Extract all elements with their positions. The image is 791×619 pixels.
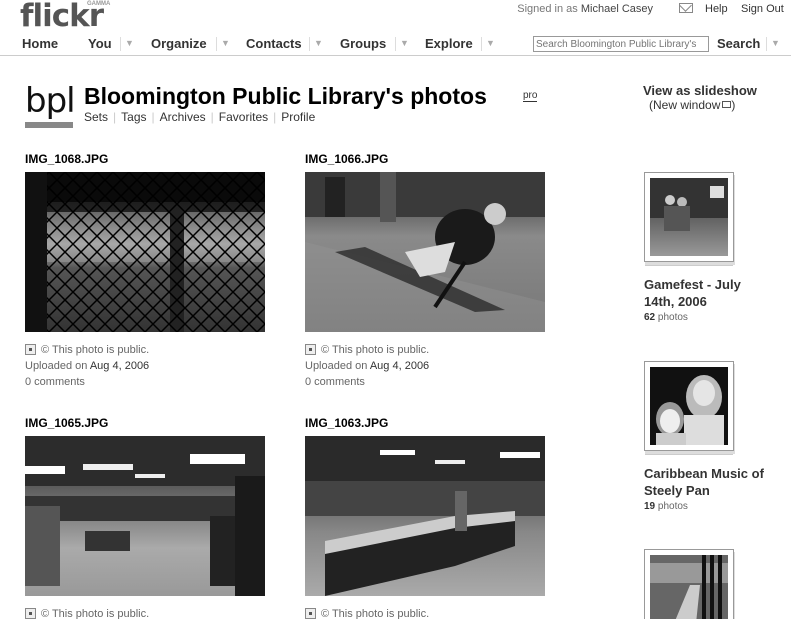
comments-link[interactable]: 0 comments — [25, 374, 265, 390]
new-window-icon — [722, 101, 732, 108]
set-count: 19 photos — [644, 501, 774, 512]
library-interior-image — [25, 436, 265, 596]
nav-organize[interactable]: Organize — [151, 36, 207, 51]
gamefest-image — [650, 178, 728, 231]
set-count-label: photos — [657, 501, 688, 512]
library-shelves-image — [305, 436, 545, 596]
subnav-profile[interactable]: Profile — [281, 110, 315, 124]
subnav-tags[interactable]: Tags — [121, 110, 146, 124]
photo-item: IMG_1066.JPG © This photo is public. Upl… — [305, 152, 545, 390]
set-count-number: 19 — [644, 501, 656, 512]
caribbean-music-image — [656, 375, 724, 445]
photo-title[interactable]: IMG_1066.JPG — [305, 152, 545, 172]
subnav-separator: | — [210, 110, 214, 124]
set-count-label: photos — [657, 312, 688, 323]
photo-item: IMG_1063.JPG © This photo is public. — [305, 416, 545, 619]
sign-out-link[interactable]: Sign Out — [741, 3, 784, 15]
set-title-link[interactable]: Caribbean Music of Steely Pan — [644, 465, 774, 499]
explore-dropdown-icon[interactable]: ▼ — [481, 37, 495, 51]
photo-meta: © This photo is public. Uploaded on Aug … — [25, 342, 265, 390]
photo-meta: © This photo is public. Uploaded on Aug … — [305, 342, 545, 390]
uploaded-prefix: Uploaded on — [25, 360, 88, 372]
privacy-text: © This photo is public. — [321, 608, 430, 619]
set-item: Gamefest - July 14th, 2006 62 photos — [644, 172, 774, 323]
signed-in-status: Signed in as Michael Casey — [517, 3, 653, 15]
buddy-icon-bar — [25, 122, 73, 128]
subnav-sets[interactable]: Sets — [84, 110, 108, 124]
chain-fence-image — [25, 172, 265, 332]
photo-meta: © This photo is public. — [305, 606, 545, 619]
buddy-icon[interactable]: bpl — [25, 81, 76, 130]
privacy-icon — [25, 608, 36, 619]
nav-home[interactable]: Home — [22, 36, 58, 51]
mail-icon[interactable] — [679, 3, 693, 13]
set-thumbnail[interactable] — [644, 172, 734, 262]
buddy-icon-text: bpl — [25, 81, 76, 121]
subnav-separator: | — [113, 110, 117, 124]
subnav-archives[interactable]: Archives — [160, 110, 206, 124]
subnav-favorites[interactable]: Favorites — [219, 110, 268, 124]
privacy-text: © This photo is public. — [41, 344, 150, 356]
set-title-link[interactable]: Gamefest - July 14th, 2006 — [644, 276, 774, 310]
photo-thumbnail[interactable] — [25, 172, 265, 332]
garden-path-image — [650, 555, 728, 619]
set-item: Caribbean Music of Steely Pan 19 photos — [644, 361, 774, 512]
set-thumbnail[interactable] — [644, 549, 734, 619]
search-dropdown-icon[interactable]: ▼ — [766, 37, 780, 51]
signed-in-prefix: Signed in as — [517, 3, 578, 15]
photo-title[interactable]: IMG_1063.JPG — [305, 416, 545, 436]
slideshow-link[interactable]: View as slideshow — [643, 83, 757, 98]
username-link[interactable]: Michael Casey — [581, 3, 653, 15]
nav-groups[interactable]: Groups — [340, 36, 386, 51]
search-input[interactable] — [533, 36, 709, 52]
photo-item: IMG_1065.JPG © This photo is public. — [25, 416, 265, 619]
set-count: 62 photos — [644, 312, 774, 323]
set-count-number: 62 — [644, 312, 656, 323]
nav-explore[interactable]: Explore — [425, 36, 473, 51]
new-window-label: (New window — [649, 98, 721, 112]
photo-thumbnail[interactable] — [25, 436, 265, 596]
man-painting-floor-image — [305, 172, 545, 332]
help-link[interactable]: Help — [705, 3, 728, 15]
subnav-separator: | — [273, 110, 277, 124]
photo-item: IMG_1068.JPG © This photo is public. Upl… — [25, 152, 265, 390]
privacy-icon — [305, 344, 316, 355]
search-button[interactable]: Search — [717, 36, 760, 51]
comments-link[interactable]: 0 comments — [305, 374, 545, 390]
privacy-icon — [25, 344, 36, 355]
upload-date-link[interactable]: Aug 4, 2006 — [370, 360, 429, 372]
upload-date-link[interactable]: Aug 4, 2006 — [90, 360, 149, 372]
subnav-separator: | — [151, 110, 155, 124]
new-window-link[interactable]: (New window) — [649, 98, 735, 112]
page-title: Bloomington Public Library's photos — [84, 83, 487, 109]
main-nav: Home You ▼ Organize ▼ Contacts ▼ Groups … — [0, 31, 791, 56]
organize-dropdown-icon[interactable]: ▼ — [216, 37, 230, 51]
photo-thumbnail[interactable] — [305, 172, 545, 332]
set-thumbnail[interactable] — [644, 361, 734, 451]
photo-title[interactable]: IMG_1065.JPG — [25, 416, 265, 436]
gamma-tag: GAMMA — [87, 1, 111, 7]
uploaded-prefix: Uploaded on — [305, 360, 368, 372]
nav-you[interactable]: You — [88, 36, 112, 51]
photo-thumbnail[interactable] — [305, 436, 545, 596]
photostream-subnav: Sets | Tags | Archives | Favorites | Profile — [84, 110, 315, 124]
nav-contacts[interactable]: Contacts — [246, 36, 302, 51]
set-item — [644, 549, 734, 619]
you-dropdown-icon[interactable]: ▼ — [120, 37, 134, 51]
photo-title[interactable]: IMG_1068.JPG — [25, 152, 265, 172]
privacy-text: © This photo is public. — [321, 344, 430, 356]
contacts-dropdown-icon[interactable]: ▼ — [309, 37, 323, 51]
privacy-icon — [305, 608, 316, 619]
groups-dropdown-icon[interactable]: ▼ — [395, 37, 409, 51]
photo-meta: © This photo is public. — [25, 606, 265, 619]
privacy-text: © This photo is public. — [41, 608, 150, 619]
pro-badge[interactable]: pro — [523, 90, 538, 102]
